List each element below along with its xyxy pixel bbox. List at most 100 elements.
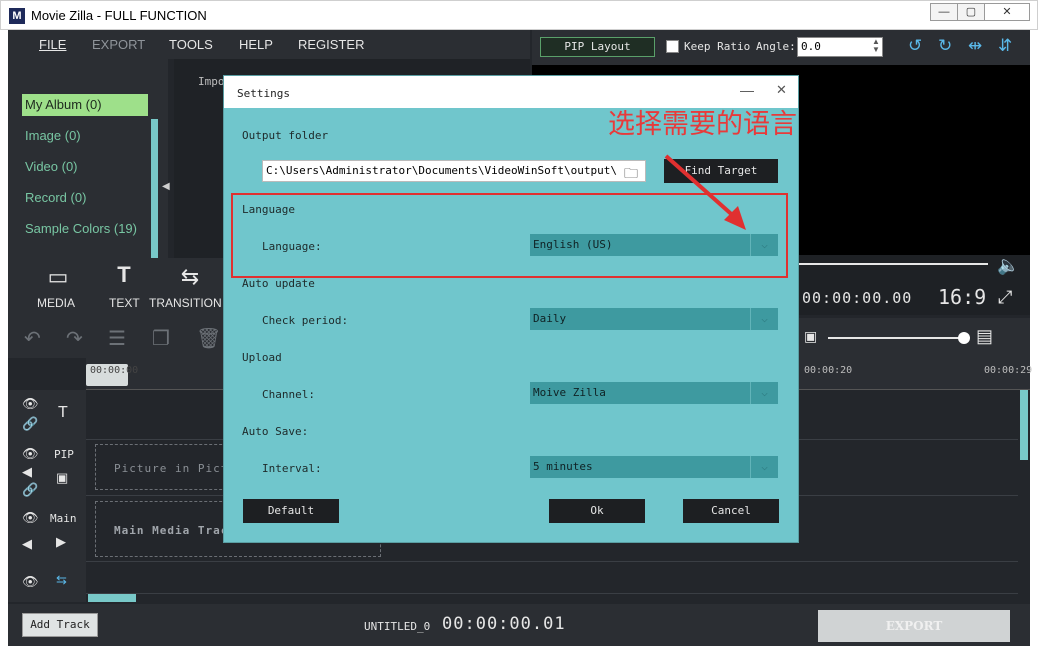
flip-horizontal-icon[interactable]: ⇹ [968, 36, 982, 56]
library-item-my-album[interactable]: My Album (0) [22, 94, 148, 116]
eye-icon[interactable]: 👁 [22, 574, 39, 590]
close-window-button[interactable]: ✕ [984, 3, 1030, 21]
transition-tab-icon[interactable]: ⇆ [178, 264, 202, 290]
menu-tools[interactable]: TOOLS [169, 37, 213, 52]
check-period-label: Check period: [262, 314, 349, 327]
project-name: UNTITLED_0 [364, 620, 431, 633]
track-headers: 👁 🔗 T 👁 PIP ◀ ▣ 🔗 👁 Main ◀ ▶ 👁 ⇆ [8, 390, 86, 602]
tab-media[interactable]: MEDIA [37, 296, 75, 310]
rotate-right-icon[interactable]: ↻ [938, 36, 952, 56]
auto-save-section-label: Auto Save: [242, 425, 309, 438]
tab-text[interactable]: TEXT [109, 296, 140, 310]
keep-ratio-checkbox[interactable] [666, 40, 679, 53]
library-item-sample-colors[interactable]: Sample Colors (19) [22, 218, 148, 240]
angle-input[interactable]: 0.0 [797, 37, 883, 57]
channel-value: Moive Zilla [533, 386, 606, 399]
browse-folder-icon[interactable]: 🗀 [624, 163, 638, 187]
copy-icon[interactable]: ❐ [152, 326, 170, 351]
zoom-slider[interactable] [828, 337, 964, 339]
auto-update-section-label: Auto update [242, 277, 315, 290]
delete-icon[interactable]: 🗑 [196, 326, 221, 351]
add-track-button[interactable]: Add Track [22, 613, 98, 637]
link-icon[interactable]: 🔗 [22, 416, 38, 432]
zoom-in-icon[interactable]: ▤ [976, 326, 993, 347]
upload-section-label: Upload [242, 351, 282, 364]
menu-bar: FILE EXPORT TOOLS HELP REGISTER [8, 30, 530, 59]
library-item-record[interactable]: Record (0) [22, 187, 148, 209]
export-button[interactable]: EXPORT [818, 610, 1010, 642]
undo-icon[interactable]: ↶ [24, 326, 41, 351]
dialog-close-icon[interactable]: ✕ [776, 82, 787, 98]
timeline-vertical-scrollbar[interactable] [1020, 390, 1028, 460]
menu-export[interactable]: EXPORT [92, 37, 145, 52]
eye-icon[interactable]: 👁 [22, 510, 39, 526]
redo-icon[interactable]: ↷ [66, 326, 83, 351]
main-track-icon: ▶ [56, 534, 66, 549]
library-scrollbar[interactable] [151, 119, 158, 259]
ruler-label-start: 00:00:00 [90, 365, 139, 376]
check-period-select[interactable]: Daily ⌵ [530, 308, 778, 330]
library-item-image[interactable]: Image (0) [22, 125, 148, 147]
window-title: Movie Zilla - FULL FUNCTION [31, 8, 207, 23]
eye-icon[interactable]: 👁 [22, 396, 39, 412]
chevron-down-icon[interactable]: ⌵ [750, 456, 778, 478]
adjust-icon[interactable]: ☰ [108, 326, 126, 351]
seek-bar[interactable] [792, 263, 988, 265]
interval-select[interactable]: 5 minutes ⌵ [530, 456, 778, 478]
collapse-left-icon[interactable]: ◀ [162, 181, 170, 192]
menu-file[interactable]: FILE [39, 37, 66, 52]
text-track-icon: T [58, 404, 68, 421]
project-duration: 00:00:00.01 [442, 614, 566, 634]
library-panel: My Album (0) Image (0) Video (0) Record … [8, 59, 170, 288]
bottom-bar: Add Track UNTITLED_0 00:00:00.01 EXPORT [8, 604, 1030, 646]
transition-track[interactable] [86, 562, 1018, 594]
angle-label: Angle: [756, 40, 796, 53]
fullscreen-icon[interactable]: ⤢ [998, 287, 1012, 308]
preview-time: 00:00:00.00 [802, 289, 913, 307]
chevron-down-icon[interactable]: ⌵ [750, 308, 778, 330]
channel-select[interactable]: Moive Zilla ⌵ [530, 382, 778, 404]
preview-toolbar: PIP Layout Keep Ratio Angle: 0.0 ▲ ▼ ↺ ↻ … [532, 30, 1030, 65]
menu-help[interactable]: HELP [239, 37, 273, 52]
speaker-icon[interactable]: ◀ [22, 464, 32, 480]
text-tab-icon[interactable]: T [112, 262, 136, 288]
annotation-arrow-icon [664, 154, 746, 230]
import-hint: Impo [198, 75, 225, 88]
maximize-button[interactable]: ▢ [957, 3, 985, 21]
flip-vertical-icon[interactable]: ⇵ [998, 36, 1012, 56]
main-placeholder: Main Media Track [114, 524, 236, 537]
channel-label: Channel: [262, 388, 315, 401]
zoom-out-icon[interactable]: ▣ [804, 328, 817, 345]
aspect-ratio[interactable]: 16:9 [938, 285, 986, 309]
output-folder-input[interactable]: C:\Users\Administrator\Documents\VideoWi… [262, 160, 646, 182]
library-item-video[interactable]: Video (0) [22, 156, 148, 178]
default-button[interactable]: Default [243, 499, 339, 523]
minimize-button[interactable]: — [930, 3, 958, 21]
dialog-title: Settings [237, 87, 290, 100]
angle-stepper-icon[interactable]: ▲ ▼ [872, 38, 880, 54]
pip-track-icon: ▣ [56, 470, 69, 485]
dialog-minimize-icon[interactable]: — [740, 82, 754, 98]
speaker-icon[interactable]: ◀ [22, 536, 32, 552]
check-period-value: Daily [533, 312, 567, 325]
pip-layout-button[interactable]: PIP Layout [540, 37, 655, 57]
ok-button[interactable]: Ok [549, 499, 645, 523]
settings-dialog: Settings — ✕ Output folder C:\Users\Admi… [223, 75, 799, 543]
zoom-slider-handle[interactable] [958, 332, 970, 344]
tool-tabs: ▭ MEDIA T TEXT ⇆ TRANSITION [8, 258, 223, 318]
rotate-left-icon[interactable]: ↺ [908, 36, 922, 56]
timeline-horizontal-scrollbar[interactable] [88, 594, 136, 602]
cancel-button[interactable]: Cancel [683, 499, 779, 523]
eye-icon[interactable]: 👁 [22, 446, 39, 462]
pip-track-label: PIP [54, 448, 74, 461]
tab-transition[interactable]: TRANSITION [149, 296, 222, 310]
link-icon[interactable]: 🔗 [22, 482, 38, 498]
volume-icon[interactable]: 🔈 [997, 255, 1019, 276]
chevron-down-icon[interactable]: ⌵ [750, 382, 778, 404]
media-tab-icon[interactable]: ▭ [46, 264, 70, 290]
interval-label: Interval: [262, 462, 322, 475]
output-folder-label: Output folder [242, 129, 329, 142]
menu-register[interactable]: REGISTER [298, 37, 364, 52]
window-titlebar: M Movie Zilla - FULL FUNCTION — ▢ ✕ [0, 0, 1038, 30]
ruler-label-20: 00:00:20 [804, 365, 853, 376]
